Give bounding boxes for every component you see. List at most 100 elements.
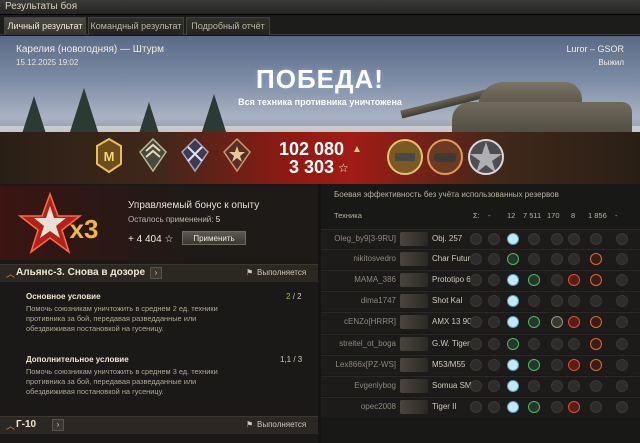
dim-effect-icon[interactable] <box>470 253 482 265</box>
crossed-guns-icon[interactable] <box>180 137 210 175</box>
dim-effect-icon[interactable] <box>568 253 580 265</box>
dim-effect-icon[interactable] <box>551 295 563 307</box>
spot-effect-icon[interactable] <box>507 380 519 392</box>
dim-effect-icon[interactable] <box>568 295 580 307</box>
dim-effect-icon[interactable] <box>470 401 482 413</box>
dim-effect-icon[interactable] <box>470 380 482 392</box>
tank-icon <box>400 379 428 393</box>
dim-effect-icon[interactable] <box>528 380 540 392</box>
dim-effect-icon[interactable] <box>590 233 602 245</box>
tank-medal-icon[interactable] <box>425 136 465 178</box>
dim-effect-icon[interactable] <box>470 359 482 371</box>
mission-title: Альянс-3. Снова в дозоре <box>16 267 146 278</box>
tab-team-result[interactable]: Командный результат <box>88 17 184 35</box>
spot-effect-icon[interactable] <box>507 274 519 286</box>
dim-effect-icon[interactable] <box>590 295 602 307</box>
dim-effect-icon[interactable] <box>470 295 482 307</box>
spot-effect-icon[interactable] <box>507 316 519 328</box>
kill-effect-icon[interactable] <box>590 359 602 371</box>
spot-effect-icon[interactable] <box>507 359 519 371</box>
dim-effect-icon[interactable] <box>488 359 500 371</box>
dim-effect-icon[interactable] <box>528 295 540 307</box>
hit-effect-icon[interactable] <box>568 401 580 413</box>
player-name-cell[interactable]: opec2008 <box>361 402 396 411</box>
dim-effect-icon[interactable] <box>488 316 500 328</box>
dmg-effect-icon[interactable] <box>528 274 540 286</box>
dim-effect-icon[interactable] <box>488 401 500 413</box>
dim-effect-icon[interactable] <box>488 253 500 265</box>
dmg-effect-icon[interactable] <box>528 316 540 328</box>
gun-medal-icon[interactable] <box>466 136 506 178</box>
dim-effect-icon[interactable] <box>551 380 563 392</box>
spot-effect-icon[interactable] <box>507 401 519 413</box>
dim-effect-icon[interactable] <box>528 253 540 265</box>
dim-effect-icon[interactable] <box>568 338 580 350</box>
dim-effect-icon[interactable] <box>488 338 500 350</box>
dim-effect-icon[interactable] <box>470 316 482 328</box>
chevron-up-icon[interactable]: ︿ <box>6 419 15 432</box>
mastery-badge-icon[interactable]: M <box>94 137 124 175</box>
dim-effect-icon[interactable] <box>551 253 563 265</box>
hit-effect-icon[interactable] <box>568 274 580 286</box>
dim-effect-icon[interactable] <box>616 316 628 328</box>
rank-star-icon[interactable] <box>222 137 252 175</box>
kill-effect-icon[interactable] <box>590 274 602 286</box>
dim-effect-icon[interactable] <box>551 338 563 350</box>
dim-effect-icon[interactable] <box>488 233 500 245</box>
dim-effect-icon[interactable] <box>568 380 580 392</box>
dim-effect-icon[interactable] <box>616 274 628 286</box>
player-name-cell[interactable]: nikitosvedro <box>353 254 396 263</box>
kill-effect-icon[interactable] <box>590 338 602 350</box>
spot-effect-icon[interactable] <box>507 233 519 245</box>
mission-info-button[interactable]: › <box>52 419 64 431</box>
dim-effect-icon[interactable] <box>616 338 628 350</box>
xp-earned: 3 303 <box>289 157 335 177</box>
dim-effect-icon[interactable] <box>470 233 482 245</box>
dim-effect-icon[interactable] <box>551 359 563 371</box>
dim-effect-icon[interactable] <box>616 359 628 371</box>
tab-detailed-report[interactable]: Подробный отчёт <box>186 17 270 35</box>
dim-effect-icon[interactable] <box>470 338 482 350</box>
kill-effect-icon[interactable] <box>590 316 602 328</box>
spot-effect-icon[interactable] <box>507 295 519 307</box>
player-name-cell[interactable]: Evgenlybog <box>354 381 396 390</box>
dim-effect-icon[interactable] <box>528 338 540 350</box>
dim-effect-icon[interactable] <box>551 274 563 286</box>
player-name-cell[interactable]: MAMA_386 <box>354 275 396 284</box>
apply-bonus-button[interactable]: Применить <box>182 231 246 245</box>
dim-effect-icon[interactable] <box>568 233 580 245</box>
dim-effect-icon[interactable] <box>616 295 628 307</box>
hit-effect-icon[interactable] <box>568 359 580 371</box>
dim-effect-icon[interactable] <box>488 380 500 392</box>
dim-effect-icon[interactable] <box>488 274 500 286</box>
dim-effect-icon[interactable] <box>470 274 482 286</box>
dim-effect-icon[interactable] <box>488 295 500 307</box>
kill-effect-icon[interactable] <box>590 253 602 265</box>
dim-effect-icon[interactable] <box>616 380 628 392</box>
sniper-medal-icon[interactable] <box>385 136 425 178</box>
chevron-up-icon[interactable]: ︿ <box>6 267 15 280</box>
player-name-cell[interactable]: Lex866x[PZ-WS] <box>336 360 396 369</box>
dmg-effect-icon[interactable] <box>507 338 519 350</box>
dmg-effect-icon[interactable] <box>507 253 519 265</box>
dim-effect-icon[interactable] <box>616 401 628 413</box>
dim-effect-icon[interactable] <box>551 233 563 245</box>
dmg-effect-icon[interactable] <box>528 401 540 413</box>
mission-info-button[interactable]: › <box>150 267 162 279</box>
dim-effect-icon[interactable] <box>528 233 540 245</box>
player-name-cell[interactable]: dima1747 <box>361 296 396 305</box>
dmg-effect-icon[interactable] <box>528 359 540 371</box>
dim-effect-icon[interactable] <box>590 380 602 392</box>
player-name-cell[interactable]: streitel_ot_boga <box>339 339 396 348</box>
track-effect-icon[interactable] <box>551 316 563 328</box>
player-name-cell[interactable]: Oleg_by9[3-9RU] <box>334 234 396 243</box>
dim-effect-icon[interactable] <box>590 401 602 413</box>
dim-effect-icon[interactable] <box>551 401 563 413</box>
rank-chevron-icon[interactable] <box>138 137 168 175</box>
dim-effect-icon[interactable] <box>616 253 628 265</box>
player-name-cell[interactable]: cENZo[HRRR] <box>344 317 396 326</box>
hit-effect-icon[interactable] <box>568 316 580 328</box>
dim-effect-icon[interactable] <box>616 233 628 245</box>
column-header: - <box>615 211 618 220</box>
tab-personal-result[interactable]: Личный результат <box>4 17 86 35</box>
